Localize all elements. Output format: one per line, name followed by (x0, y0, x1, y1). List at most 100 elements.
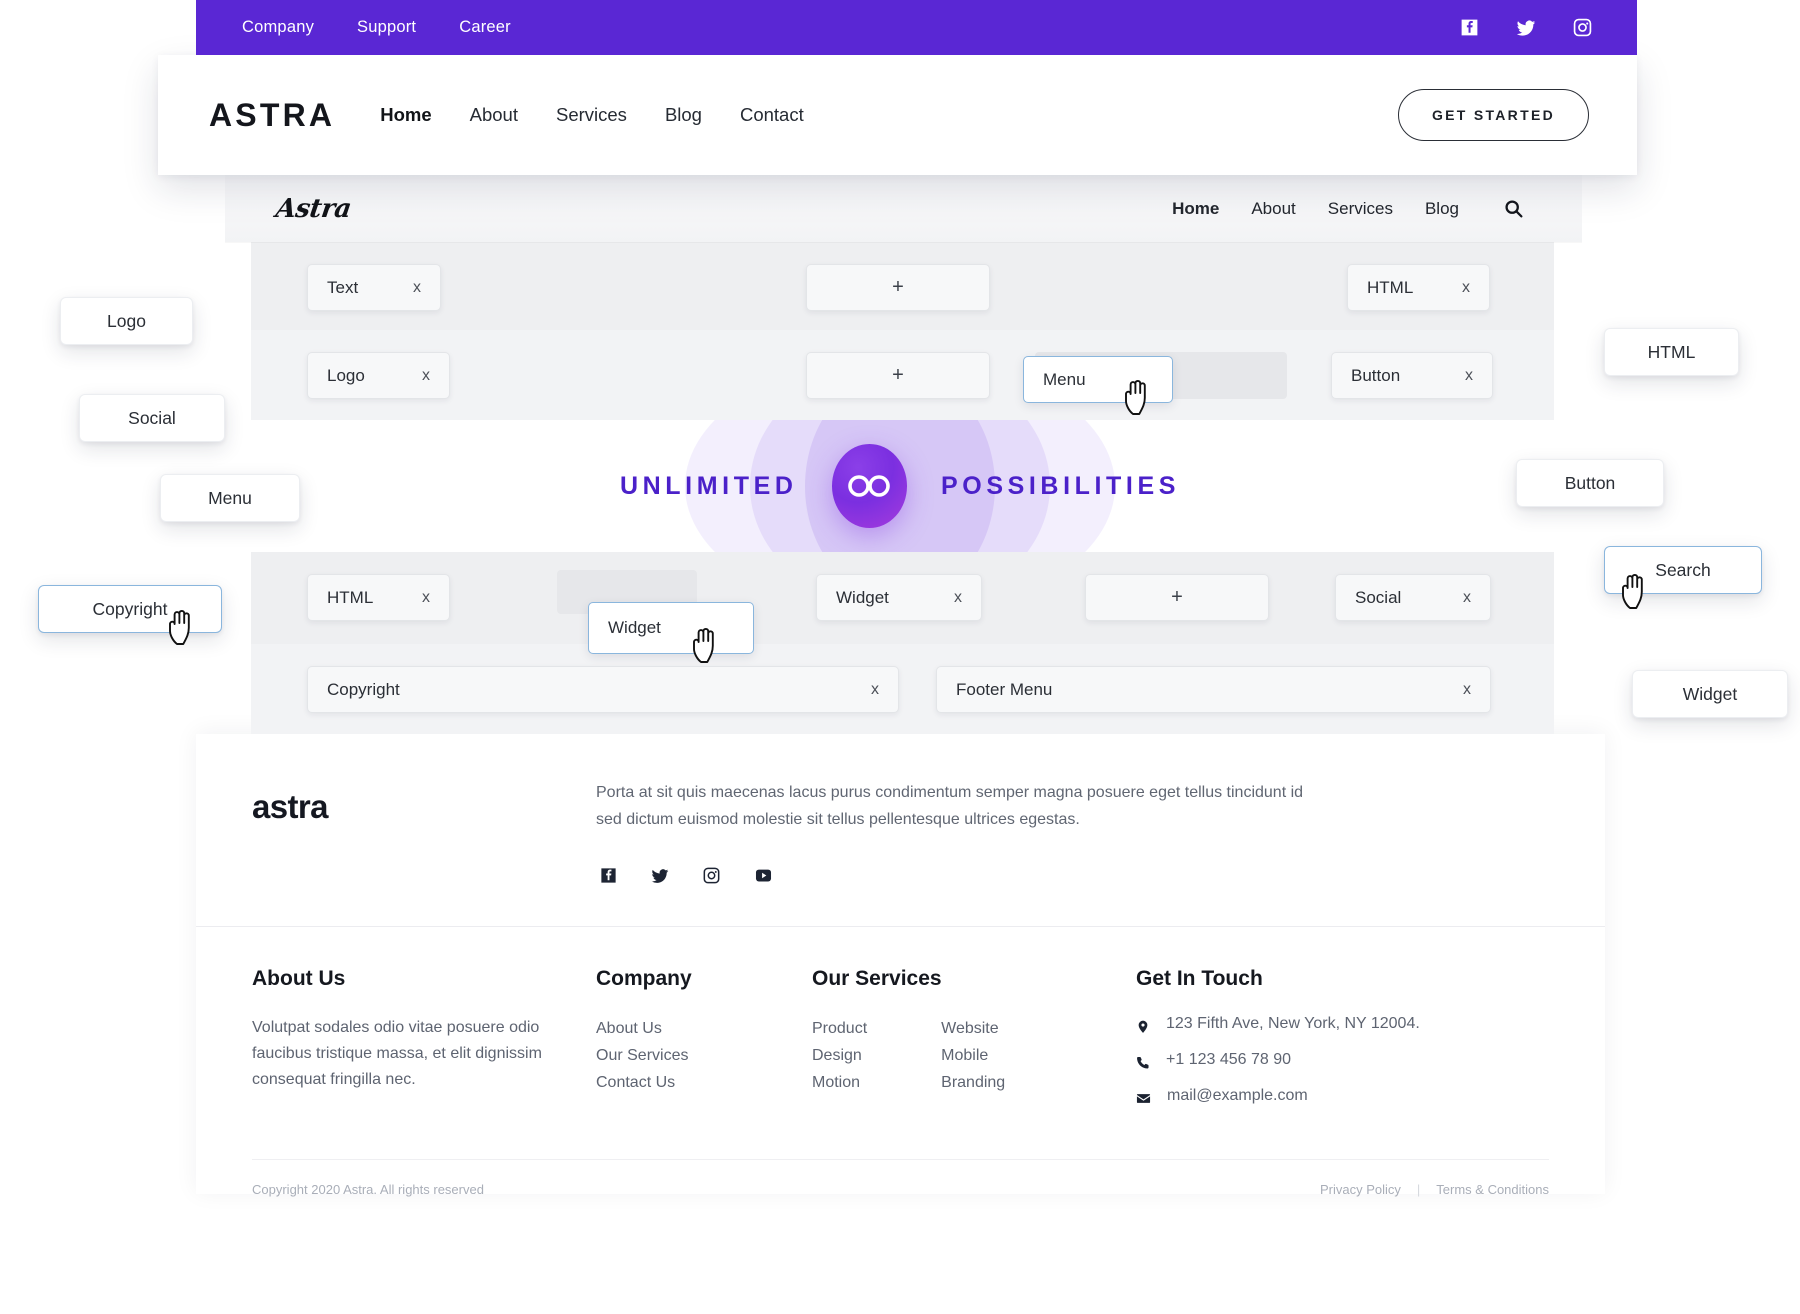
facebook-icon[interactable] (599, 866, 618, 886)
search-icon[interactable] (1503, 198, 1524, 219)
footer-column-company: Company About Us Our Services Contact Us (596, 967, 812, 1123)
instagram-icon[interactable] (1572, 17, 1593, 38)
close-icon[interactable]: x (1463, 681, 1471, 699)
builder-chip-social[interactable]: Social x (1335, 574, 1491, 621)
get-started-button[interactable]: GET STARTED (1398, 89, 1589, 141)
close-icon[interactable]: x (1462, 279, 1470, 297)
list-item[interactable]: Website (941, 1015, 1005, 1042)
list-item[interactable]: Mobile (941, 1042, 1005, 1069)
chip-label: Widget (608, 618, 661, 638)
builder-add-slot-row2[interactable]: + (806, 352, 990, 399)
legend-bubble-social[interactable]: Social (79, 394, 225, 442)
hero-word-right: POSSIBILITIES (941, 472, 1180, 501)
builder-chip-copyright[interactable]: Copyright x (307, 666, 899, 713)
builder-chip-widget-dragging[interactable]: Widget (588, 602, 754, 654)
close-icon[interactable]: x (422, 367, 430, 385)
footer-logo-astra[interactable]: astra (252, 788, 596, 886)
subnav-item-about[interactable]: About (1251, 199, 1295, 219)
nav-item-contact[interactable]: Contact (740, 104, 804, 126)
subnav-item-services[interactable]: Services (1328, 199, 1393, 219)
builder-chip-button[interactable]: Button x (1331, 352, 1493, 399)
contact-address-row: 123 Fifth Ave, New York, NY 12004. (1136, 1015, 1496, 1035)
legend-bubble-html[interactable]: HTML (1604, 328, 1739, 376)
list-item[interactable]: Branding (941, 1069, 1005, 1096)
footer-column-title-contact: Get In Touch (1136, 967, 1496, 991)
footer-company-list: About Us Our Services Contact Us (596, 1015, 812, 1096)
secondary-header: Astra Home About Services Blog (225, 175, 1582, 242)
builder-add-slot-row3[interactable]: + (1085, 574, 1269, 621)
topbar-link-company[interactable]: Company (242, 18, 314, 37)
footer-column-title-about: About Us (252, 967, 596, 991)
terms-conditions-link[interactable]: Terms & Conditions (1436, 1182, 1549, 1197)
footer-column-contact: Get In Touch 123 Fifth Ave, New York, NY… (1136, 967, 1496, 1123)
builder-chip-menu-dragging[interactable]: Menu (1023, 356, 1173, 403)
youtube-icon[interactable] (753, 866, 774, 886)
footer-services-grid: Product Design Motion Website Mobile Bra… (812, 1015, 1136, 1096)
utility-links: Company Support Career (242, 18, 511, 37)
nav-item-about[interactable]: About (470, 104, 518, 126)
secondary-nav: Home About Services Blog (1172, 198, 1524, 219)
footer-columns: About Us Volutpat sodales odio vitae pos… (196, 927, 1605, 1123)
legend-bubble-widget[interactable]: Widget (1632, 670, 1788, 718)
topbar-link-career[interactable]: Career (459, 18, 511, 37)
legal-link-separator: | (1417, 1182, 1420, 1197)
facebook-icon[interactable] (1459, 17, 1480, 38)
legend-bubble-search[interactable]: Search (1604, 546, 1762, 594)
chip-label: Text (327, 278, 358, 298)
close-icon[interactable]: x (954, 589, 962, 607)
screen: Company Support Career ASTRA Home About … (0, 0, 1800, 1314)
instagram-icon[interactable] (702, 866, 721, 886)
footer-intro-line-2: sed dictum euismod molestie sit tellus p… (596, 807, 1303, 834)
footer-column-services: Our Services Product Design Motion Websi… (812, 967, 1136, 1123)
builder-chip-logo[interactable]: Logo x (307, 352, 450, 399)
chip-label: HTML (327, 588, 373, 608)
legend-bubble-logo[interactable]: Logo (60, 297, 193, 345)
builder-chip-footer-menu[interactable]: Footer Menu x (936, 666, 1491, 713)
contact-address: 123 Fifth Ave, New York, NY 12004. (1166, 1015, 1420, 1033)
privacy-policy-link[interactable]: Privacy Policy (1320, 1182, 1401, 1197)
builder-add-slot-row1[interactable]: + (806, 264, 990, 311)
nav-item-services[interactable]: Services (556, 104, 627, 126)
footer-column-title-company: Company (596, 967, 812, 991)
nav-item-home[interactable]: Home (380, 104, 431, 126)
hero-word-left: UNLIMITED (620, 472, 798, 501)
close-icon[interactable]: x (1465, 367, 1473, 385)
twitter-icon[interactable] (1515, 17, 1537, 39)
site-header: ASTRA Home About Services Blog Contact G… (158, 55, 1637, 175)
footer-copyright: Copyright 2020 Astra. All rights reserve… (252, 1182, 484, 1197)
legend-bubble-menu[interactable]: Menu (160, 474, 300, 522)
list-item[interactable]: Motion (812, 1069, 867, 1096)
builder-chip-widget[interactable]: Widget x (816, 574, 982, 621)
list-item[interactable]: About Us (596, 1015, 812, 1042)
builder-chip-text[interactable]: Text x (307, 264, 441, 311)
footer-social-icons (599, 866, 1303, 886)
contact-phone: +1 123 456 78 90 (1166, 1051, 1291, 1069)
twitter-icon[interactable] (650, 866, 670, 886)
close-icon[interactable]: x (1463, 589, 1471, 607)
close-icon[interactable]: x (413, 279, 421, 297)
close-icon[interactable]: x (422, 589, 430, 607)
astra-script-logo[interactable]: Astra (274, 194, 353, 224)
utility-topbar: Company Support Career (196, 0, 1637, 55)
chip-label: Menu (1043, 370, 1086, 390)
footer-column-about: About Us Volutpat sodales odio vitae pos… (252, 967, 596, 1123)
close-icon[interactable]: x (871, 681, 879, 699)
chip-label: Footer Menu (956, 680, 1052, 700)
subnav-item-home[interactable]: Home (1172, 199, 1219, 219)
footer-bottom-bar: Copyright 2020 Astra. All rights reserve… (252, 1159, 1549, 1197)
builder-chip-html-row1[interactable]: HTML x (1347, 264, 1490, 311)
footer-intro: Porta at sit quis maecenas lacus purus c… (596, 780, 1303, 886)
hero-inner: UNLIMITED POSSIBILITIES (620, 444, 1180, 528)
site-logo-astra[interactable]: ASTRA (209, 97, 335, 134)
legend-bubble-copyright[interactable]: Copyright (38, 585, 222, 633)
list-item[interactable]: Contact Us (596, 1069, 812, 1096)
builder-chip-html-row3[interactable]: HTML x (307, 574, 450, 621)
topbar-link-support[interactable]: Support (357, 18, 416, 37)
list-item[interactable]: Our Services (596, 1042, 812, 1069)
list-item[interactable]: Design (812, 1042, 867, 1069)
footer-about-text: Volutpat sodales odio vitae posuere odio… (252, 1015, 596, 1093)
subnav-item-blog[interactable]: Blog (1425, 199, 1459, 219)
nav-item-blog[interactable]: Blog (665, 104, 702, 126)
list-item[interactable]: Product (812, 1015, 867, 1042)
legend-bubble-button[interactable]: Button (1516, 459, 1664, 507)
